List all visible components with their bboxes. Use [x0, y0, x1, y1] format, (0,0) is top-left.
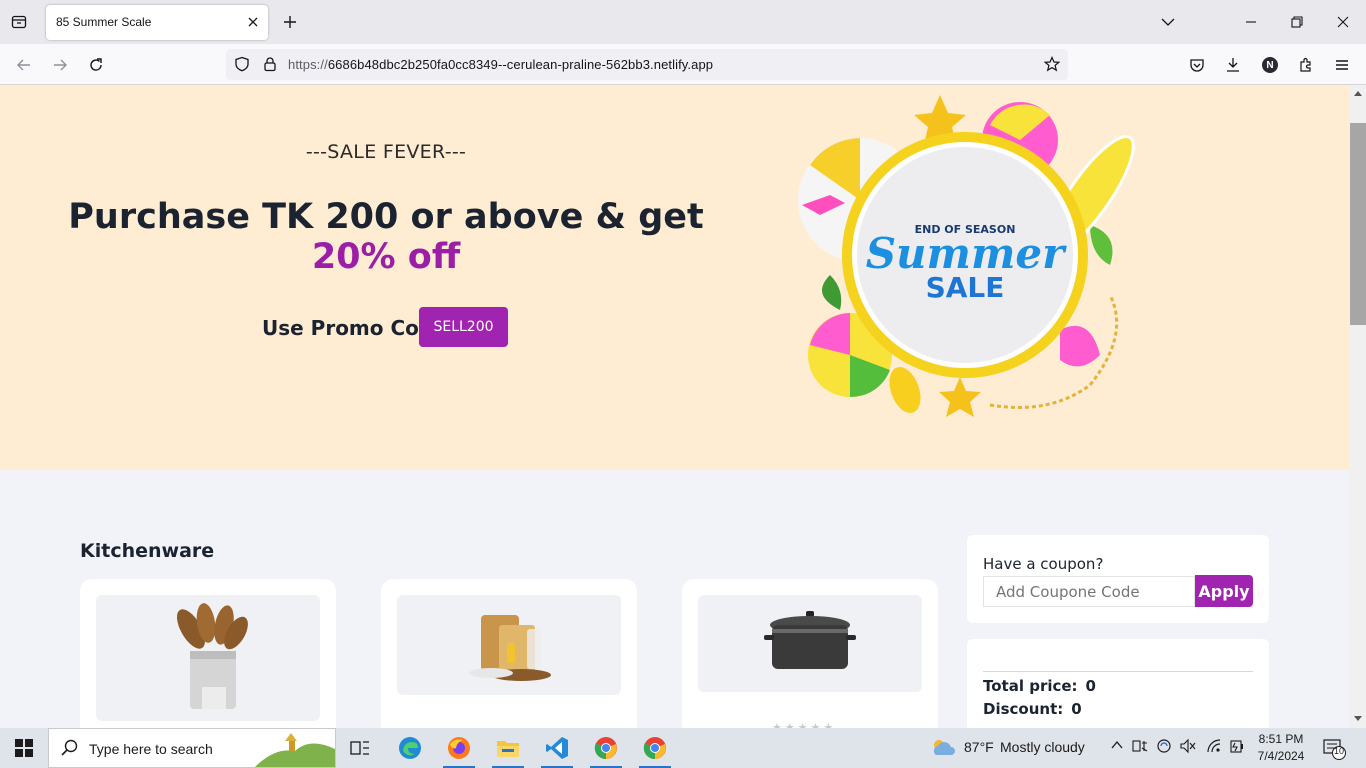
- notification-count: 10: [1333, 746, 1344, 756]
- download-icon[interactable]: [1221, 53, 1245, 77]
- clock-date: 7/4/2024: [1257, 749, 1305, 763]
- coupon-code-input[interactable]: [983, 576, 1195, 607]
- vscode-icon[interactable]: [533, 728, 581, 768]
- scroll-thumb[interactable]: [1350, 123, 1366, 325]
- browser-tab[interactable]: 85 Summer Scale: [46, 5, 268, 40]
- taskbar-search-placeholder: Type here to search: [89, 741, 213, 757]
- close-tab-icon[interactable]: [244, 13, 262, 31]
- total-price-row: Total price: 0: [983, 677, 1096, 695]
- task-view-icon[interactable]: [336, 728, 384, 768]
- weather-condition[interactable]: Mostly cloudy: [1000, 739, 1085, 755]
- chrome-icon[interactable]: [582, 728, 630, 768]
- firefox-icon[interactable]: [435, 728, 483, 768]
- banner-sale: SALE: [926, 271, 1005, 304]
- clock-time: 8:51 PM: [1258, 732, 1304, 746]
- vertical-scrollbar[interactable]: [1350, 85, 1366, 728]
- product-image: [96, 595, 320, 721]
- url-scheme: https://: [288, 57, 328, 72]
- product-image: [397, 595, 621, 695]
- windows-start-icon[interactable]: [0, 728, 48, 768]
- input-method-icon[interactable]: [1132, 738, 1148, 757]
- cooking-pot-icon: [764, 611, 856, 669]
- search-highlight-icon: [255, 733, 335, 767]
- address-bar[interactable]: https://6686b48dbc2b250fa0cc8349--cerule…: [226, 49, 1068, 80]
- discount-value: 0: [1071, 700, 1082, 718]
- order-summary-panel: Total price: 0 Discount: 0: [967, 639, 1269, 728]
- taskbar-search-box[interactable]: Type here to search: [48, 728, 336, 768]
- taskbar: Type here to search 87°F Mostly cloudy 8…: [0, 728, 1366, 768]
- navigation-toolbar: https://6686b48dbc2b250fa0cc8349--cerule…: [0, 44, 1366, 85]
- new-tab-icon[interactable]: [280, 12, 300, 32]
- scroll-up-arrow-icon[interactable]: [1354, 91, 1362, 96]
- hero-kicker: ---SALE FEVER---: [305, 141, 467, 163]
- lock-icon[interactable]: [260, 54, 280, 74]
- bookmark-star-icon[interactable]: [1042, 54, 1062, 74]
- hero-discount: 20% off: [311, 237, 461, 277]
- apply-coupon-button[interactable]: Apply: [1195, 575, 1253, 607]
- close-window-icon[interactable]: [1331, 10, 1355, 34]
- taskbar-clock[interactable]: 8:51 PM 7/4/2024: [1252, 731, 1310, 765]
- tab-list-icon[interactable]: [8, 11, 30, 33]
- promo-code-badge: SELL200: [419, 307, 508, 347]
- menu-icon[interactable]: [1330, 53, 1354, 77]
- hero-title: Purchase TK 200 or above & get: [68, 197, 704, 237]
- extensions-icon[interactable]: [1294, 53, 1318, 77]
- tab-strip: 85 Summer Scale: [0, 0, 1366, 44]
- battery-icon[interactable]: [1229, 738, 1245, 757]
- summary-divider: [983, 671, 1253, 672]
- tab-overflow-chevron-icon[interactable]: [1156, 10, 1180, 34]
- account-avatar[interactable]: N: [1258, 53, 1282, 77]
- product-card[interactable]: ★★★★★: [682, 579, 938, 728]
- discount-row: Discount: 0: [983, 700, 1082, 718]
- scroll-down-arrow-icon[interactable]: [1354, 716, 1362, 721]
- product-card[interactable]: [381, 579, 637, 728]
- section-title-kitchenware: Kitchenware: [80, 540, 215, 562]
- sync-icon[interactable]: [1156, 738, 1172, 757]
- discount-label: Discount:: [983, 700, 1064, 718]
- hero-banner: ---SALE FEVER--- Purchase TK 200 or abov…: [0, 85, 1350, 470]
- page-viewport: ---SALE FEVER--- Purchase TK 200 or abov…: [0, 85, 1350, 728]
- account-initial: N: [1262, 57, 1278, 73]
- wifi-icon[interactable]: [1206, 738, 1222, 757]
- chrome-profile-icon[interactable]: [631, 728, 679, 768]
- minimize-icon[interactable]: [1239, 10, 1263, 34]
- reload-icon[interactable]: [84, 53, 108, 77]
- pocket-icon[interactable]: [1185, 53, 1209, 77]
- file-explorer-icon[interactable]: [484, 728, 532, 768]
- shield-icon[interactable]: [232, 54, 252, 74]
- total-price-value: 0: [1085, 677, 1096, 695]
- tab-title: 85 Summer Scale: [56, 15, 152, 29]
- weather-temperature[interactable]: 87°F: [964, 739, 994, 755]
- utensil-holder-icon: [177, 603, 248, 709]
- search-icon: [61, 739, 79, 762]
- url-host: 6686b48dbc2b250fa0cc8349--cerulean-prali…: [327, 57, 714, 72]
- coupon-label: Have a coupon?: [983, 555, 1104, 573]
- product-image: [698, 595, 922, 692]
- summer-sale-illustration: END OF SEASON Summer SALE: [790, 85, 1150, 425]
- edge-browser-icon[interactable]: [386, 728, 434, 768]
- url-text: https://6686b48dbc2b250fa0cc8349--cerule…: [288, 57, 713, 72]
- weather-cloud-icon[interactable]: [930, 737, 956, 762]
- total-price-label: Total price:: [983, 677, 1078, 695]
- forward-arrow-icon[interactable]: [48, 53, 72, 77]
- volume-muted-icon[interactable]: [1180, 738, 1196, 757]
- product-card[interactable]: [80, 579, 336, 728]
- notification-center-icon[interactable]: 10: [1322, 738, 1346, 765]
- restore-icon[interactable]: [1285, 10, 1309, 34]
- cutting-board-icon: [469, 615, 551, 681]
- show-hidden-icons-icon[interactable]: [1110, 738, 1124, 755]
- coupon-panel: Have a coupon? Apply: [967, 535, 1269, 623]
- rating-stars: ★★★★★: [772, 722, 837, 728]
- back-arrow-icon[interactable]: [12, 53, 36, 77]
